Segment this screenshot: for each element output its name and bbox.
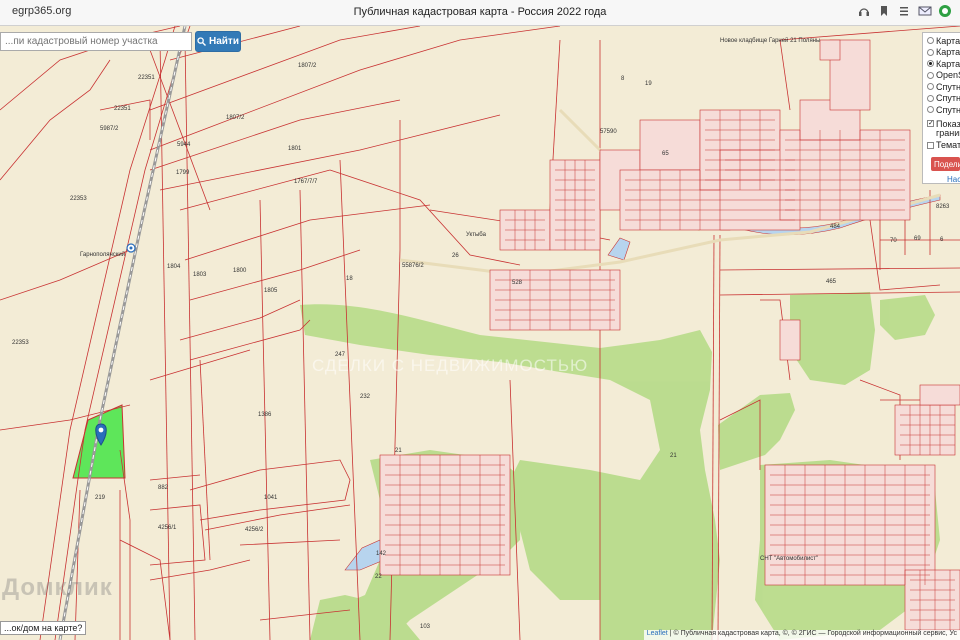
- layer-option[interactable]: OpenS: [923, 70, 960, 82]
- parcel-label: 1804: [167, 264, 181, 270]
- parcel-label: 22351: [114, 106, 131, 112]
- parcel-label: 882: [158, 485, 169, 491]
- place-label: Гарнополянский: [80, 252, 126, 258]
- parcel-label: 69: [914, 236, 921, 242]
- browser-icons: [858, 4, 951, 17]
- share-button[interactable]: Подели: [931, 157, 960, 171]
- parcel-label: 1041: [264, 495, 278, 501]
- parcel-label: 1807/2: [298, 63, 317, 69]
- search-button[interactable]: Найти: [195, 31, 241, 52]
- thematic-checkbox[interactable]: Темати: [923, 140, 960, 152]
- place-label: Уктыба: [466, 232, 486, 238]
- extension-icon[interactable]: [938, 4, 951, 17]
- parcel-label: 57590: [600, 129, 617, 135]
- parcel-label: 1800: [233, 268, 247, 274]
- feedback-link[interactable]: ...ок/дом на карте?: [0, 621, 87, 635]
- parcel-label: 65: [662, 151, 669, 157]
- attribution-text: | © Публичная кадастровая карта, ©, © 2Г…: [669, 630, 957, 637]
- layer-option[interactable]: Карта: [923, 35, 960, 47]
- layers-panel: Карта Карта Карта OpenS Спутн Спутн Спут…: [922, 32, 960, 184]
- parcel-label: 142: [376, 551, 387, 557]
- layer-option[interactable]: Спутн: [923, 81, 960, 93]
- layer-option[interactable]: Спутн: [923, 93, 960, 105]
- settings-link[interactable]: Наст: [947, 175, 960, 183]
- parcel-label: 5987/2: [100, 126, 119, 132]
- parcel-label: 22353: [12, 340, 29, 346]
- parcel-label: 1803: [193, 272, 207, 278]
- parcel-label: 465: [826, 279, 837, 285]
- parcel-label: 1386: [258, 412, 272, 418]
- cadastral-map[interactable]: 22351 1807/2 22351 5987/2 1807/2 5944 18…: [0, 26, 960, 640]
- parcel-label: 22351: [138, 75, 155, 81]
- bookmark-icon[interactable]: [878, 4, 890, 16]
- parcel-label: 8263: [936, 204, 950, 210]
- parcel-label: 21: [670, 453, 677, 459]
- layer-option-selected[interactable]: Карта: [923, 58, 960, 70]
- parcel-label: 232: [360, 394, 371, 400]
- browser-toolbar: egrp365.org Публичная кадастровая карта …: [0, 0, 960, 26]
- parcel-label: 6: [940, 237, 944, 243]
- parcel-label: 528: [512, 280, 523, 286]
- parcel-label: 19: [645, 81, 652, 87]
- parcel-label: 1767/7/7: [294, 179, 318, 185]
- address-bar[interactable]: egrp365.org: [12, 5, 71, 17]
- parcel-label: 1805: [264, 288, 278, 294]
- parcel-label: 4256/1: [158, 525, 177, 531]
- layer-option[interactable]: Карта: [923, 47, 960, 59]
- watermark-text: СДЕЛКИ С НЕДВИЖИМОСТЬЮ: [312, 356, 589, 375]
- parcel-label: 22: [375, 574, 382, 580]
- parcel-label: 5944: [177, 142, 191, 148]
- search-button-label: Найти: [209, 36, 239, 47]
- map-attribution: Leaflet | © Публичная кадастровая карта,…: [643, 630, 960, 640]
- parcel-label: 1807/2: [226, 115, 245, 121]
- parcel-label: 26: [452, 253, 459, 259]
- leaflet-link[interactable]: Leaflet: [647, 630, 668, 637]
- parcel-label: 219: [95, 495, 106, 501]
- parcel-label: 8: [621, 76, 625, 82]
- page-title: Публичная кадастровая карта - Россия 202…: [353, 6, 607, 18]
- railway-station-icon: [126, 243, 136, 253]
- brand-watermark: Домклик: [2, 574, 113, 601]
- layer-option[interactable]: Спутн: [923, 104, 960, 116]
- mail-icon[interactable]: [918, 4, 932, 16]
- parcel-label: 22353: [70, 196, 87, 202]
- parcel-label: 1801: [288, 146, 302, 152]
- search-icon: [197, 37, 206, 46]
- menu-icon[interactable]: [898, 4, 910, 16]
- place-label: Новое кладбище Гарней 21 Поляны: [720, 38, 821, 44]
- cadastral-search-input[interactable]: [0, 32, 192, 51]
- parcel-label: 1799: [176, 170, 190, 176]
- parcel-label: 18: [346, 276, 353, 282]
- place-label: СНТ "Автомобилист": [760, 556, 819, 562]
- map-canvas[interactable]: [0, 26, 960, 640]
- parcel-label: 4256/2: [245, 527, 264, 533]
- headphones-icon[interactable]: [858, 4, 870, 16]
- parcel-label: 103: [420, 624, 431, 630]
- parcel-label: 484: [830, 224, 841, 230]
- parcel-label: 21: [395, 448, 402, 454]
- parcel-label: 55876/2: [402, 263, 424, 269]
- parcel-label: 70: [890, 238, 897, 244]
- show-borders-checkbox[interactable]: ✓Показа границ: [923, 119, 960, 140]
